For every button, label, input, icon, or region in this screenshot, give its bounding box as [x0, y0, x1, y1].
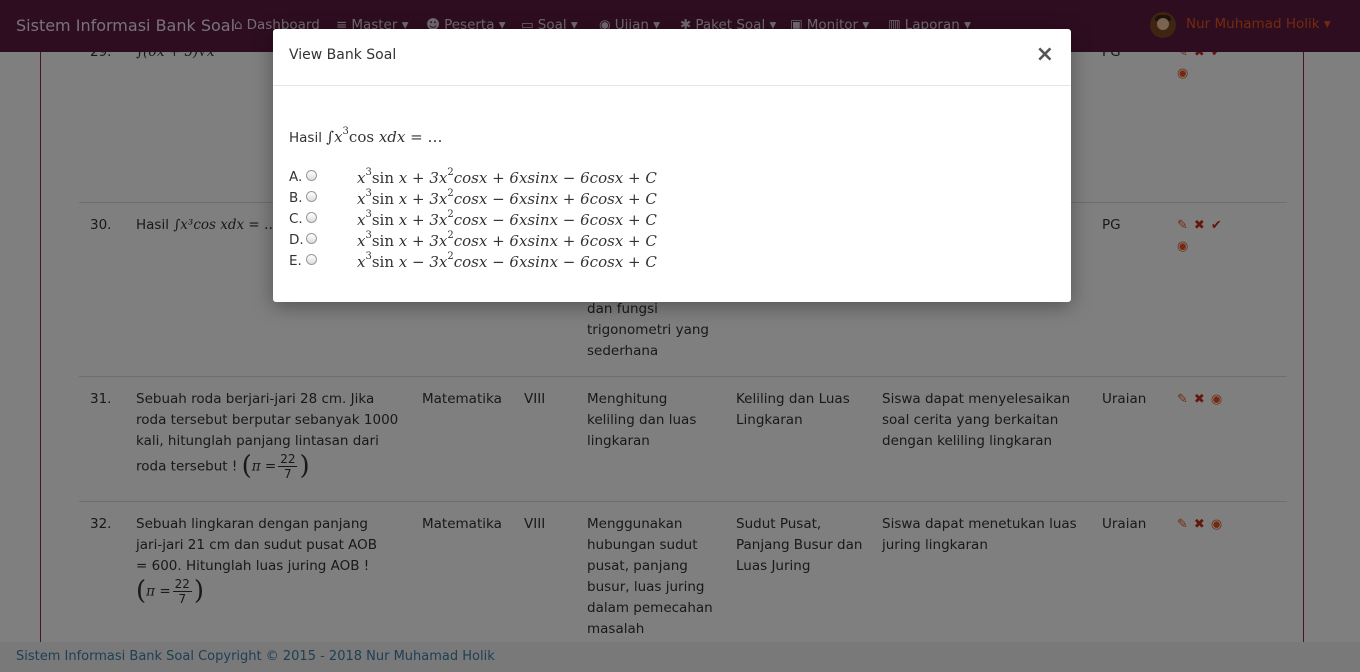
option-radio[interactable]: [306, 254, 317, 265]
option-expression: x3sin x + 3x2cosx − 6xsinx − 6cosx + C: [357, 209, 657, 229]
modal-header: View Bank Soal ×: [273, 29, 1071, 86]
option-radio[interactable]: [306, 191, 317, 202]
option-letter: B.: [289, 190, 303, 206]
option-radio[interactable]: [306, 212, 317, 223]
modal-title: View Bank Soal: [289, 47, 397, 63]
option-expression: x3sin x + 3x2cosx + 6xsinx + 6cosx + C: [357, 230, 657, 250]
option-letter: A.: [289, 169, 303, 185]
option-radio[interactable]: [306, 233, 317, 244]
option-radio[interactable]: [306, 170, 317, 181]
option-letter: C.: [289, 211, 303, 227]
option-letter: D.: [289, 232, 304, 248]
option-expression: x3sin x − 3x2cosx − 6xsinx − 6cosx + C: [357, 251, 657, 271]
option-expression: x3sin x + 3x2cosx + 6xsinx − 6cosx + C: [357, 167, 657, 187]
option-expression: x3sin x + 3x2cosx − 6xsinx + 6cosx + C: [357, 188, 657, 208]
close-button[interactable]: ×: [1036, 43, 1054, 67]
option-letter: E.: [289, 253, 302, 269]
question-text: Hasil ∫x3cos xdx = …: [289, 126, 443, 146]
view-bank-soal-modal: View Bank Soal × Hasil ∫x3cos xdx = … A.…: [273, 29, 1071, 302]
